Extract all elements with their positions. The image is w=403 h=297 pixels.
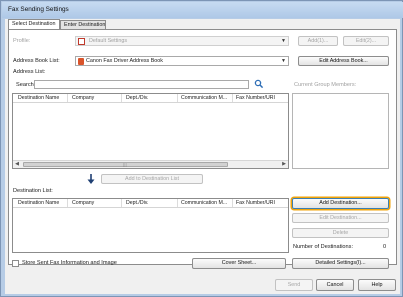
- search-icon[interactable]: [254, 79, 264, 89]
- profile-add-label: Add(1)...: [307, 38, 329, 44]
- search-label: Search:: [16, 82, 36, 88]
- column-divider: [67, 199, 68, 207]
- tab-label: Enter Destination: [64, 22, 106, 28]
- search-input[interactable]: [34, 80, 249, 89]
- edit-destination-button[interactable]: Edit Destination...: [292, 213, 389, 223]
- chevron-down-icon: ▼: [281, 38, 286, 44]
- detailed-settings-label: Detailed Settings(I)...: [315, 260, 366, 266]
- column-divider: [177, 94, 178, 102]
- grip-icon: ⁞⁞⁞: [123, 163, 127, 168]
- column-divider: [232, 94, 233, 102]
- column-divider: [177, 199, 178, 207]
- address-book-icon: [78, 58, 84, 65]
- delete-label: Delete: [332, 230, 349, 236]
- address-book-value: Canon Fax Driver Address Book: [86, 58, 164, 64]
- column-header-fax-number[interactable]: Fax Number/URI: [236, 95, 275, 101]
- add-destination-label: Add Destination...: [319, 200, 362, 206]
- title-bar: Fax Sending Settings: [2, 2, 403, 18]
- cover-sheet-label: Cover Sheet...: [221, 260, 257, 266]
- cancel-label: Cancel: [326, 282, 344, 288]
- column-header-destination-name[interactable]: Destination Name: [18, 95, 59, 101]
- address-book-select[interactable]: Canon Fax Driver Address Book ▼: [75, 56, 289, 66]
- window-title: Fax Sending Settings: [8, 6, 69, 13]
- cancel-button[interactable]: Cancel: [316, 279, 354, 291]
- column-divider: [121, 94, 122, 102]
- add-destination-button[interactable]: Add Destination...: [292, 198, 389, 209]
- address-list-label: Address List:: [13, 69, 46, 75]
- edit-address-book-label: Edit Address Book...: [319, 58, 368, 64]
- profile-label: Profile:: [13, 38, 31, 44]
- add-to-destination-list-label: Add to Destination List: [125, 176, 179, 182]
- scrollbar-thumb[interactable]: ⁞⁞⁞: [23, 162, 228, 168]
- column-divider: [232, 199, 233, 207]
- number-of-destinations-label: Number of Destinations:: [293, 244, 354, 250]
- edit-address-book-button[interactable]: Edit Address Book...: [298, 56, 389, 66]
- profile-edit-button[interactable]: Edit(2)...: [343, 36, 389, 46]
- help-button[interactable]: Help: [358, 279, 396, 291]
- profile-edit-label: Edit(2)...: [355, 38, 377, 44]
- store-sent-fax-label: Store Sent Fax Information and Image: [22, 260, 117, 266]
- delete-button[interactable]: Delete: [292, 228, 389, 238]
- scroll-left-icon[interactable]: ◀: [13, 161, 21, 168]
- profile-select[interactable]: Default Settings ▼: [75, 36, 289, 46]
- column-header-dept[interactable]: Dept./Div.: [126, 200, 148, 206]
- checkbox-box: [12, 260, 19, 267]
- add-to-destination-list-button[interactable]: Add to Destination List: [101, 174, 203, 184]
- address-list-header: Destination Name Company Dept./Div. Comm…: [13, 94, 288, 103]
- chevron-down-icon: ▼: [281, 58, 286, 64]
- column-divider: [67, 94, 68, 102]
- store-sent-fax-checkbox[interactable]: Store Sent Fax Information and Image: [12, 259, 162, 268]
- edit-destination-label: Edit Destination...: [319, 215, 362, 221]
- detailed-settings-button[interactable]: Detailed Settings(I)...: [292, 258, 389, 269]
- number-of-destinations-value: 0: [383, 244, 387, 250]
- send-label: Send: [287, 282, 301, 288]
- column-header-company[interactable]: Company: [72, 200, 94, 206]
- help-label: Help: [371, 282, 383, 288]
- destination-list-header: Destination Name Company Dept./Div. Comm…: [13, 199, 288, 208]
- profile-add-button[interactable]: Add(1)...: [298, 36, 338, 46]
- address-list-horizontal-scrollbar[interactable]: ◀ ⁞⁞⁞ ▶: [13, 160, 288, 168]
- column-header-communication-mode[interactable]: Communication M...: [181, 200, 227, 206]
- column-header-company[interactable]: Company: [72, 95, 94, 101]
- send-button[interactable]: Send: [275, 279, 313, 291]
- address-book-list-label: Address Book List:: [13, 58, 60, 64]
- column-header-dept[interactable]: Dept./Div.: [126, 95, 148, 101]
- profile-value: Default Settings: [89, 38, 128, 44]
- destination-list-label: Destination List:: [13, 188, 53, 194]
- current-group-members-box: [292, 93, 389, 169]
- column-header-fax-number[interactable]: Fax Number/URI: [236, 200, 275, 206]
- fax-sending-settings-window: Fax Sending Settings Select Destination …: [0, 0, 403, 297]
- fax-profile-icon: [78, 38, 85, 45]
- tab-label: Select Destination: [12, 21, 56, 27]
- destination-list-table[interactable]: Destination Name Company Dept./Div. Comm…: [12, 198, 289, 253]
- address-list-table[interactable]: Destination Name Company Dept./Div. Comm…: [12, 93, 289, 169]
- column-divider: [121, 199, 122, 207]
- arrow-down-icon: [85, 173, 97, 185]
- current-group-members-label: Current Group Members:: [294, 82, 357, 88]
- column-header-destination-name[interactable]: Destination Name: [18, 200, 59, 206]
- column-header-communication-mode[interactable]: Communication M...: [181, 95, 227, 101]
- cover-sheet-button[interactable]: Cover Sheet...: [192, 258, 286, 269]
- scroll-right-icon[interactable]: ▶: [280, 161, 288, 168]
